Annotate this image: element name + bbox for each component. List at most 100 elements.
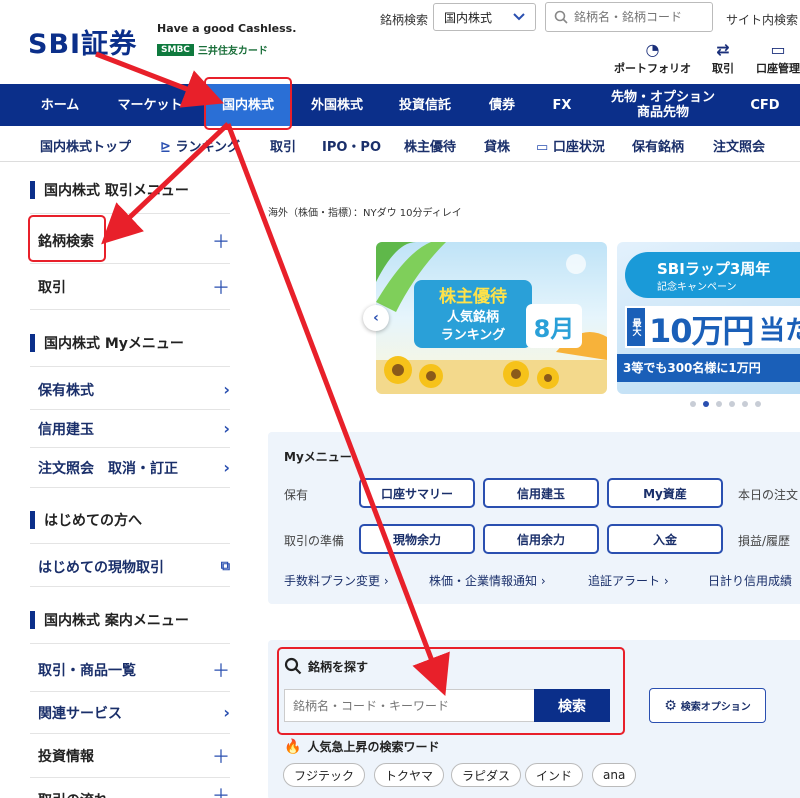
subnav-order-inquiry[interactable]: 注文照会 xyxy=(713,136,765,155)
carousel-dot[interactable] xyxy=(755,401,761,407)
sidebar-item-trade[interactable]: 取引 ＋ xyxy=(30,264,230,310)
nav-mutual-funds[interactable]: 投資信託 xyxy=(385,84,465,126)
search-options-button[interactable]: ⚙ 検索オプション xyxy=(649,688,766,723)
main-nav: ホーム マーケット 国内株式 外国株式 投資信託 債券 FX 先物・オプション … xyxy=(0,84,800,126)
portfolio-link[interactable]: ◔ ポートフォリオ xyxy=(614,40,691,76)
account-link[interactable]: ▭ 口座管理 xyxy=(756,40,800,76)
header-search-input[interactable] xyxy=(574,10,704,24)
highlight-stock-search-box xyxy=(277,647,625,735)
header-search-field[interactable] xyxy=(545,2,713,32)
brand-search-label: 銘柄検索 xyxy=(380,13,429,27)
trade-menu-heading: 国内株式 取引メニュー xyxy=(30,180,189,200)
fee-plan-label: 手数料プラン変更 xyxy=(284,574,381,588)
nav-fx[interactable]: FX xyxy=(538,84,586,126)
sidebar-item-holdings[interactable]: 保有株式 › xyxy=(30,370,230,410)
sbi-logo[interactable]: SBI証券 xyxy=(28,22,137,61)
guide-menu-title: 国内株式 案内メニュー xyxy=(44,613,189,629)
trending-tag[interactable]: フジテック xyxy=(283,763,366,787)
margin-position-button[interactable]: 信用建玉 xyxy=(483,478,599,508)
todays-orders-link[interactable]: 本日の注文 xyxy=(738,486,798,503)
banner2-footer: 3等でも300名様に1万円 xyxy=(623,361,761,375)
banner2-heading: SBIラップ3周年 xyxy=(657,260,771,278)
sidebar-item-products[interactable]: 取引・商品一覧 ＋ xyxy=(30,648,230,692)
nav-home[interactable]: ホーム xyxy=(25,84,95,126)
trending-tag[interactable]: ラピダス xyxy=(451,763,522,787)
heading-bar xyxy=(30,511,35,529)
subnav-ranking-label: ランキング xyxy=(175,140,241,155)
sidebar-item-order-inquiry[interactable]: 注文照会 取消・訂正 › xyxy=(30,448,230,488)
trending-tag[interactable]: インド xyxy=(525,763,584,787)
sidebar-item-margin-positions[interactable]: 信用建玉 › xyxy=(30,410,230,448)
trending-tag[interactable]: ana xyxy=(592,763,637,787)
chart-icon: ⊵ xyxy=(160,140,171,155)
chevron-right-icon: › xyxy=(223,419,230,438)
nav-foreign-stocks[interactable]: 外国株式 xyxy=(297,84,377,126)
row-label-preparation: 取引の準備 xyxy=(284,534,345,548)
chevron-left-icon: ‹ xyxy=(373,310,379,326)
banner-sbi-wrap[interactable]: SBIラップ3周年 記念キャンペーン 最大 10万円 当た 3等でも300名様に… xyxy=(617,242,800,394)
carousel-dot[interactable] xyxy=(716,401,722,407)
site-search-link[interactable]: サイト内検索 xyxy=(726,11,798,28)
sidebar-item-label: はじめての現物取引 xyxy=(38,559,164,576)
cash-buying-power-button[interactable]: 現物余力 xyxy=(359,524,475,554)
subnav-stock-lending[interactable]: 貸株 xyxy=(484,136,510,155)
plus-icon: ＋ xyxy=(212,231,230,253)
subnav-ipo-po[interactable]: IPO・PO xyxy=(322,136,381,155)
trade-label: 取引 xyxy=(712,62,734,75)
subnav-holdings[interactable]: 保有銘柄 xyxy=(632,136,684,155)
sidebar-item-investment-info[interactable]: 投資情報 ＋ xyxy=(30,734,230,778)
subnav-trade[interactable]: 取引 xyxy=(270,136,296,155)
trending-heading: 🔥 人気急上昇の検索ワード xyxy=(284,738,439,755)
trade-link[interactable]: ⇄ 取引 xyxy=(712,40,734,76)
account-summary-button[interactable]: 口座サマリー xyxy=(359,478,475,508)
banner-shareholder-benefits[interactable]: 株主優待 人気銘柄 ランキング 8月 xyxy=(376,242,607,394)
margin-call-alert-link[interactable]: 追証アラート › xyxy=(588,572,669,589)
margin-buying-power-button[interactable]: 信用余力 xyxy=(483,524,599,554)
sidebar-item-first-cash-trade[interactable]: はじめての現物取引 ⧉ xyxy=(30,547,230,587)
day-trade-results-link[interactable]: 日計り信用成績 xyxy=(708,572,792,589)
nav-futures-options[interactable]: 先物・オプション 商品先物 xyxy=(597,84,729,126)
price-alert-link[interactable]: 株価・企業情報通知 › xyxy=(429,572,546,589)
heading-bar xyxy=(30,181,35,199)
banner1-sub2: ランキング xyxy=(440,328,506,343)
carousel-dots xyxy=(690,401,761,407)
sidebar-item-label: 関連サービス xyxy=(38,705,122,722)
pnl-history-link[interactable]: 損益/履歴 xyxy=(738,532,790,549)
deposit-button[interactable]: 入金 xyxy=(607,524,723,554)
sidebar-item-label: 保有株式 xyxy=(38,382,94,399)
divider xyxy=(30,213,230,214)
carousel-dot[interactable] xyxy=(729,401,735,407)
subnav-ranking[interactable]: ⊵ ランキング xyxy=(160,136,240,155)
carousel-prev-button[interactable]: ‹ xyxy=(363,305,389,331)
my-menu-heading: 国内株式 Myメニュー xyxy=(30,333,184,353)
sidebar-item-related-services[interactable]: 関連サービス › xyxy=(30,692,230,734)
subnav-stock-top[interactable]: 国内株式トップ xyxy=(40,136,131,155)
trade-menu-title: 国内株式 取引メニュー xyxy=(44,183,189,199)
sidebar-item-trade-flow[interactable]: 取引の流れ ＋ xyxy=(30,778,230,798)
fee-plan-link[interactable]: 手数料プラン変更 › xyxy=(284,572,389,589)
nav-market[interactable]: マーケット xyxy=(104,84,196,126)
market-select[interactable]: 国内株式 xyxy=(433,3,536,31)
trending-tag[interactable]: トクヤマ xyxy=(374,763,445,787)
banner1-sub1: 人気銘柄 xyxy=(446,310,499,325)
external-link-icon: ⧉ xyxy=(220,559,230,574)
beginner-title: はじめての方へ xyxy=(44,513,142,529)
my-menu-panel-title: Myメニュー xyxy=(284,450,352,464)
sidebar-item-label: 投資情報 xyxy=(38,748,94,765)
plus-icon: ＋ xyxy=(212,746,230,768)
plus-icon: ＋ xyxy=(212,660,230,682)
nav-bonds[interactable]: 債券 xyxy=(472,84,532,126)
my-assets-button[interactable]: My資産 xyxy=(607,478,723,508)
carousel-dot-active[interactable] xyxy=(703,401,709,407)
sub-nav: 国内株式トップ ⊵ ランキング 取引 IPO・PO 株主優待 貸株 ▭ 口座状況… xyxy=(0,126,800,162)
subnav-account-status[interactable]: ▭ 口座状況 xyxy=(536,136,605,155)
divider xyxy=(30,643,230,644)
carousel-dot[interactable] xyxy=(690,401,696,407)
subnav-shareholder-benefits[interactable]: 株主優待 xyxy=(404,136,456,155)
carousel-dot[interactable] xyxy=(742,401,748,407)
nav-cfd[interactable]: CFD xyxy=(738,84,792,126)
margin-call-alert-label: 追証アラート xyxy=(588,574,661,588)
search-icon xyxy=(554,10,568,24)
gear-icon: ⚙ xyxy=(664,697,677,714)
banner2-tail: 当た xyxy=(759,316,800,346)
